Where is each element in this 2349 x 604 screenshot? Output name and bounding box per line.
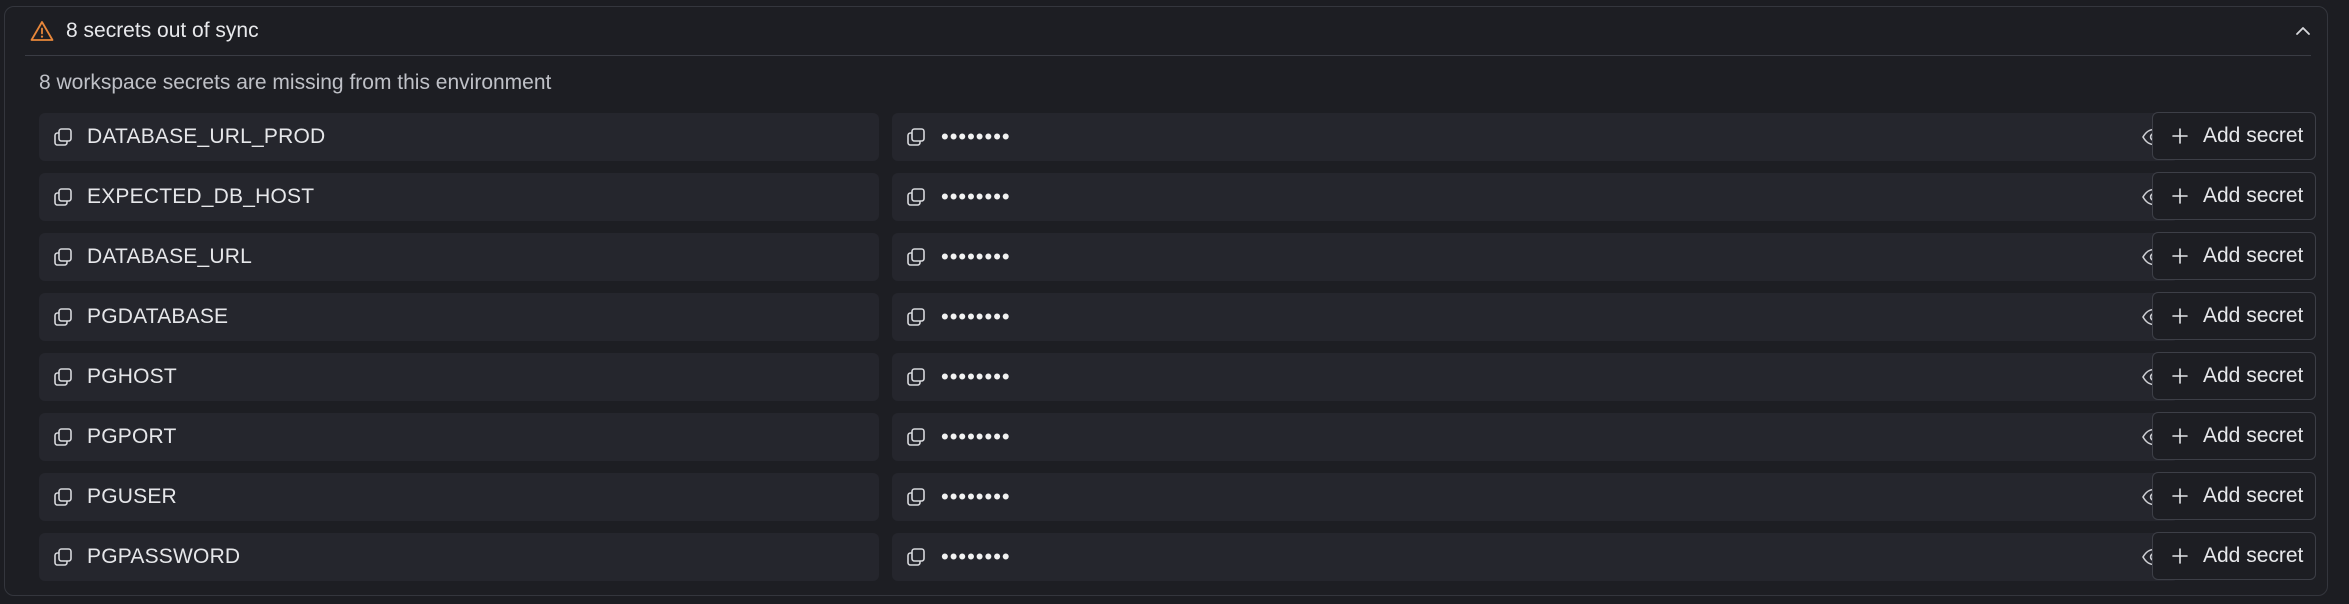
secret-key-field: PGUSER — [39, 473, 879, 521]
add-secret-label: Add secret — [2203, 124, 2304, 147]
secret-row: EXPECTED_DB_HOST •••••••• Add secret — [39, 172, 2317, 223]
secret-key-field: PGDATABASE — [39, 293, 879, 341]
secret-value-field: •••••••• — [892, 473, 2178, 521]
plus-icon — [2171, 187, 2189, 205]
secret-masked-value: •••••••• — [941, 124, 1011, 149]
plus-icon — [2171, 427, 2189, 445]
secret-key-field: DATABASE_URL_PROD — [39, 113, 879, 161]
plus-icon — [2171, 487, 2189, 505]
secret-key-field: PGPORT — [39, 413, 879, 461]
copy-icon[interactable] — [52, 485, 76, 509]
copy-icon[interactable] — [905, 125, 929, 149]
secret-key-label: PGDATABASE — [87, 305, 229, 328]
add-secret-button[interactable]: Add secret — [2152, 172, 2316, 220]
add-secret-label: Add secret — [2203, 424, 2304, 447]
secret-key-label: PGPORT — [87, 425, 177, 448]
secret-row: PGUSER •••••••• Add secret — [39, 472, 2317, 523]
copy-icon[interactable] — [52, 365, 76, 389]
copy-icon[interactable] — [52, 185, 76, 209]
secrets-list: DATABASE_URL_PROD •••••••• Add secret EX… — [39, 112, 2317, 593]
copy-icon[interactable] — [52, 245, 76, 269]
secret-masked-value: •••••••• — [941, 484, 1011, 509]
add-secret-label: Add secret — [2203, 484, 2304, 507]
secret-key-label: PGUSER — [87, 485, 177, 508]
secret-row: DATABASE_URL •••••••• Add secret — [39, 232, 2317, 283]
secret-masked-value: •••••••• — [941, 244, 1011, 269]
add-secret-button[interactable]: Add secret — [2152, 532, 2316, 580]
plus-icon — [2171, 307, 2189, 325]
copy-icon[interactable] — [905, 485, 929, 509]
add-secret-button[interactable]: Add secret — [2152, 352, 2316, 400]
plus-icon — [2171, 547, 2189, 565]
secret-key-label: DATABASE_URL_PROD — [87, 125, 326, 148]
secret-row: PGHOST •••••••• Add secret — [39, 352, 2317, 403]
add-secret-label: Add secret — [2203, 544, 2304, 567]
panel-subtitle: 8 workspace secrets are missing from thi… — [39, 71, 552, 94]
copy-icon[interactable] — [905, 425, 929, 449]
secret-masked-value: •••••••• — [941, 304, 1011, 329]
secret-key-field: EXPECTED_DB_HOST — [39, 173, 879, 221]
secret-masked-value: •••••••• — [941, 544, 1011, 569]
secret-masked-value: •••••••• — [941, 184, 1011, 209]
secret-value-field: •••••••• — [892, 233, 2178, 281]
secret-value-field: •••••••• — [892, 533, 2178, 581]
secret-key-label: DATABASE_URL — [87, 245, 253, 268]
add-secret-button[interactable]: Add secret — [2152, 412, 2316, 460]
copy-icon[interactable] — [52, 545, 76, 569]
add-secret-button[interactable]: Add secret — [2152, 472, 2316, 520]
add-secret-button[interactable]: Add secret — [2152, 112, 2316, 160]
warning-triangle-icon — [30, 18, 56, 44]
secret-masked-value: •••••••• — [941, 364, 1011, 389]
plus-icon — [2171, 367, 2189, 385]
add-secret-label: Add secret — [2203, 244, 2304, 267]
out-of-sync-panel: 8 secrets out of sync 8 workspace secret… — [4, 6, 2328, 596]
add-secret-button[interactable]: Add secret — [2152, 292, 2316, 340]
secret-key-label: PGPASSWORD — [87, 545, 241, 568]
copy-icon[interactable] — [905, 245, 929, 269]
copy-icon[interactable] — [905, 545, 929, 569]
secret-key-label: EXPECTED_DB_HOST — [87, 185, 315, 208]
secret-masked-value: •••••••• — [941, 424, 1011, 449]
secret-value-field: •••••••• — [892, 293, 2178, 341]
secret-key-field: PGHOST — [39, 353, 879, 401]
copy-icon[interactable] — [905, 365, 929, 389]
add-secret-button[interactable]: Add secret — [2152, 232, 2316, 280]
copy-icon[interactable] — [52, 425, 76, 449]
plus-icon — [2171, 127, 2189, 145]
secret-value-field: •••••••• — [892, 353, 2178, 401]
secret-row: PGPORT •••••••• Add secret — [39, 412, 2317, 463]
secret-row: PGDATABASE •••••••• Add secret — [39, 292, 2317, 343]
secret-row: PGPASSWORD •••••••• Add secret — [39, 532, 2317, 583]
secret-key-field: DATABASE_URL — [39, 233, 879, 281]
plus-icon — [2171, 247, 2189, 265]
copy-icon[interactable] — [905, 185, 929, 209]
panel-header[interactable]: 8 secrets out of sync — [25, 7, 2311, 56]
add-secret-label: Add secret — [2203, 184, 2304, 207]
copy-icon[interactable] — [52, 305, 76, 329]
add-secret-label: Add secret — [2203, 364, 2304, 387]
secret-value-field: •••••••• — [892, 413, 2178, 461]
secret-key-field: PGPASSWORD — [39, 533, 879, 581]
copy-icon[interactable] — [52, 125, 76, 149]
add-secret-label: Add secret — [2203, 304, 2304, 327]
copy-icon[interactable] — [905, 305, 929, 329]
secret-value-field: •••••••• — [892, 173, 2178, 221]
secret-row: DATABASE_URL_PROD •••••••• Add secret — [39, 112, 2317, 163]
secret-key-label: PGHOST — [87, 365, 177, 388]
chevron-up-icon[interactable] — [2291, 19, 2315, 43]
secret-value-field: •••••••• — [892, 113, 2178, 161]
panel-title: 8 secrets out of sync — [66, 19, 259, 42]
